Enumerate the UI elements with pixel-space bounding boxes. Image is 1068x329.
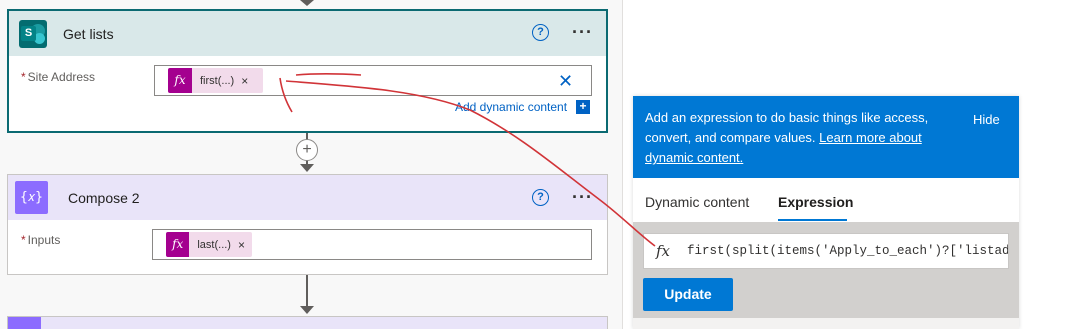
annotation-underline xyxy=(295,73,362,76)
annotation-arrow-line xyxy=(285,80,656,247)
red-annotation xyxy=(279,73,656,247)
annotation-tick xyxy=(279,77,293,113)
